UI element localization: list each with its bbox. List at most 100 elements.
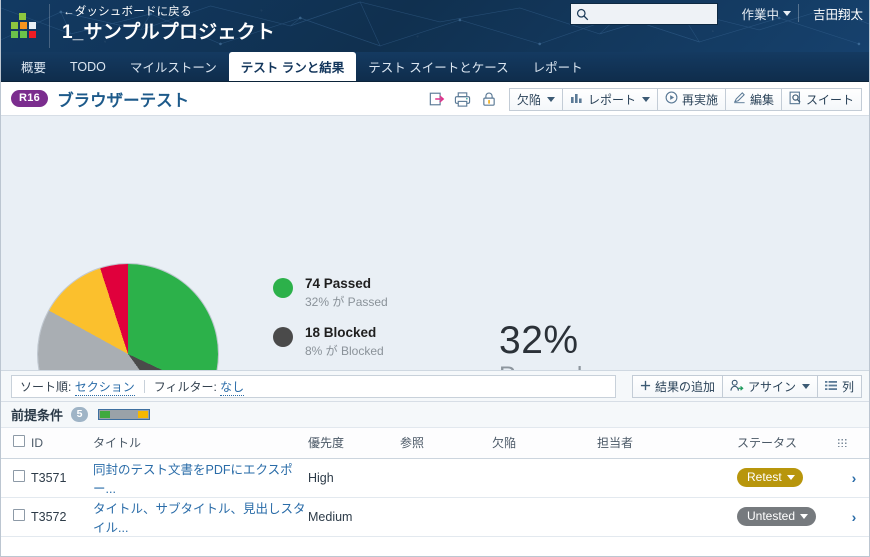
row-title-link[interactable]: タイトル、サブタイトル、見出しスタイル... bbox=[93, 502, 306, 535]
status-badge[interactable]: Untested bbox=[737, 507, 817, 526]
header-title[interactable]: タイトル bbox=[93, 428, 308, 459]
rerun-button[interactable]: 再実施 bbox=[656, 87, 726, 111]
tab-milestones[interactable]: マイルストーン bbox=[118, 52, 229, 81]
checkbox-icon[interactable] bbox=[13, 435, 25, 448]
header-divider bbox=[49, 4, 50, 48]
report-button[interactable]: レポート bbox=[561, 87, 658, 111]
section-header: 前提条件 5 bbox=[1, 402, 869, 428]
header-priority[interactable]: 優先度 bbox=[308, 428, 400, 459]
rerun-label: 再実施 bbox=[681, 92, 718, 107]
filter-divider bbox=[143, 380, 145, 393]
search-input[interactable] bbox=[593, 5, 708, 23]
app-logo[interactable] bbox=[11, 13, 39, 39]
legend-count-passed: 74 Passed bbox=[305, 276, 372, 291]
work-status-menu[interactable]: 作業中 bbox=[741, 4, 791, 23]
plus-icon bbox=[640, 380, 651, 394]
checkbox-icon[interactable] bbox=[13, 509, 25, 521]
progress-segment bbox=[100, 411, 110, 418]
table-header-row: ID タイトル 優先度 参照 欠陥 担当者 ステータス bbox=[1, 428, 869, 459]
sort-value-link[interactable]: セクション bbox=[74, 378, 135, 396]
chevron-down-icon bbox=[546, 96, 555, 102]
chevron-down-icon bbox=[641, 96, 650, 102]
assign-label: アサイン bbox=[747, 380, 796, 394]
section-count-badge: 5 bbox=[71, 407, 89, 422]
search-box[interactable] bbox=[570, 3, 718, 25]
header-column-options[interactable] bbox=[837, 428, 869, 459]
section-progress-bar bbox=[98, 409, 151, 420]
header-reference[interactable]: 参照 bbox=[400, 428, 492, 459]
print-icon[interactable] bbox=[451, 87, 475, 111]
row-title-link[interactable]: 同封のテスト文書をPDFにエクスポー... bbox=[93, 463, 293, 496]
suite-label: スイート bbox=[805, 92, 854, 107]
run-id-badge: R16 bbox=[11, 90, 49, 107]
row-assignee bbox=[597, 458, 737, 498]
chevron-down-icon bbox=[800, 513, 809, 519]
header-defect[interactable]: 欠陥 bbox=[492, 428, 597, 459]
tab-reports[interactable]: レポート bbox=[521, 52, 595, 81]
legend-count-blocked: 18 Blocked bbox=[305, 324, 377, 340]
export-icon[interactable] bbox=[425, 87, 449, 111]
row-assignee bbox=[597, 497, 737, 537]
defects-button[interactable]: 欠陥 bbox=[508, 87, 563, 111]
tab-overview[interactable]: 概要 bbox=[9, 52, 58, 81]
defects-label: 欠陥 bbox=[516, 92, 541, 107]
header-vertical-divider bbox=[798, 4, 799, 22]
chevron-down-icon bbox=[783, 11, 791, 16]
top-header: ←ダッシュボードに戻る 1_サンプルプロジェクト 作業中 吉田翔太 bbox=[1, 0, 869, 52]
section-title: 前提条件 bbox=[11, 408, 64, 423]
add-result-button[interactable]: 結果の追加 bbox=[631, 375, 723, 398]
row-defect bbox=[492, 497, 597, 537]
pass-rate-summary: 32% Passed 99 / 231 Untest (43%) bbox=[499, 319, 582, 370]
row-defect bbox=[492, 458, 597, 498]
magnifier-doc-icon bbox=[789, 91, 802, 108]
filter-value-link[interactable]: なし bbox=[220, 378, 245, 396]
edit-label: 編集 bbox=[749, 92, 774, 107]
row-expand-icon[interactable]: › bbox=[852, 509, 857, 525]
assign-button[interactable]: アサイン bbox=[721, 375, 818, 398]
search-icon bbox=[576, 8, 589, 21]
edit-button[interactable]: 編集 bbox=[724, 87, 782, 111]
filter-label: フィルター: bbox=[153, 380, 217, 394]
add-result-label: 結果の追加 bbox=[654, 380, 715, 394]
status-badge-label: Retest bbox=[747, 470, 782, 484]
lock-icon[interactable] bbox=[477, 87, 501, 111]
legend-item: 18 Blocked 8% が Blocked bbox=[273, 325, 388, 360]
checkbox-icon[interactable] bbox=[13, 470, 25, 482]
status-pie-chart bbox=[38, 264, 218, 370]
row-checkbox-cell[interactable] bbox=[1, 458, 31, 498]
row-reference bbox=[400, 497, 492, 537]
status-badge[interactable]: Retest bbox=[737, 468, 803, 487]
report-label: レポート bbox=[587, 92, 636, 107]
table-row[interactable]: T3572 タイトル、サブタイトル、見出しスタイル... Medium Unte… bbox=[1, 497, 869, 537]
row-priority: High bbox=[308, 458, 400, 498]
legend-percent-passed: 32% が Passed bbox=[305, 294, 388, 309]
header-assignee[interactable]: 担当者 bbox=[597, 428, 737, 459]
row-expand-icon[interactable]: › bbox=[852, 470, 857, 486]
work-status-label: 作業中 bbox=[741, 8, 779, 22]
sort-label: ソート順: bbox=[20, 380, 72, 394]
pass-percent: 32% bbox=[499, 319, 579, 362]
user-menu[interactable]: 吉田翔太 bbox=[813, 4, 863, 23]
sort-filter-box: ソート順: セクション フィルター: なし bbox=[11, 375, 616, 398]
progress-segment bbox=[138, 411, 148, 418]
run-header: R16 ブラウザーテスト 欠陥 レポート 再実施 編集 スイート bbox=[1, 82, 869, 116]
project-title: 1_サンプルプロジェクト bbox=[62, 22, 275, 43]
chevron-down-icon bbox=[786, 474, 795, 480]
header-id[interactable]: ID bbox=[31, 428, 93, 459]
pass-label: Passed bbox=[499, 362, 582, 370]
row-id: T3572 bbox=[31, 497, 93, 537]
columns-button[interactable]: 列 bbox=[816, 375, 862, 398]
filter-actions: 結果の追加 アサイン 列 bbox=[631, 375, 862, 398]
header-status[interactable]: ステータス bbox=[737, 428, 837, 459]
row-checkbox-cell[interactable] bbox=[1, 497, 31, 537]
tab-todo[interactable]: TODO bbox=[58, 52, 118, 81]
tab-test-runs-results[interactable]: テスト ランと結果 bbox=[228, 52, 357, 81]
tab-test-suites-cases[interactable]: テスト スイートとケース bbox=[356, 52, 520, 81]
columns-icon bbox=[824, 380, 838, 394]
play-circle-icon bbox=[665, 91, 678, 107]
grip-icon[interactable] bbox=[837, 437, 848, 447]
header-select-all[interactable] bbox=[1, 428, 31, 459]
table-row[interactable]: T3571 同封のテスト文書をPDFにエクスポー... High Retest … bbox=[1, 458, 869, 498]
suite-button[interactable]: スイート bbox=[780, 87, 862, 111]
legend-color-swatch-blocked bbox=[273, 326, 293, 347]
